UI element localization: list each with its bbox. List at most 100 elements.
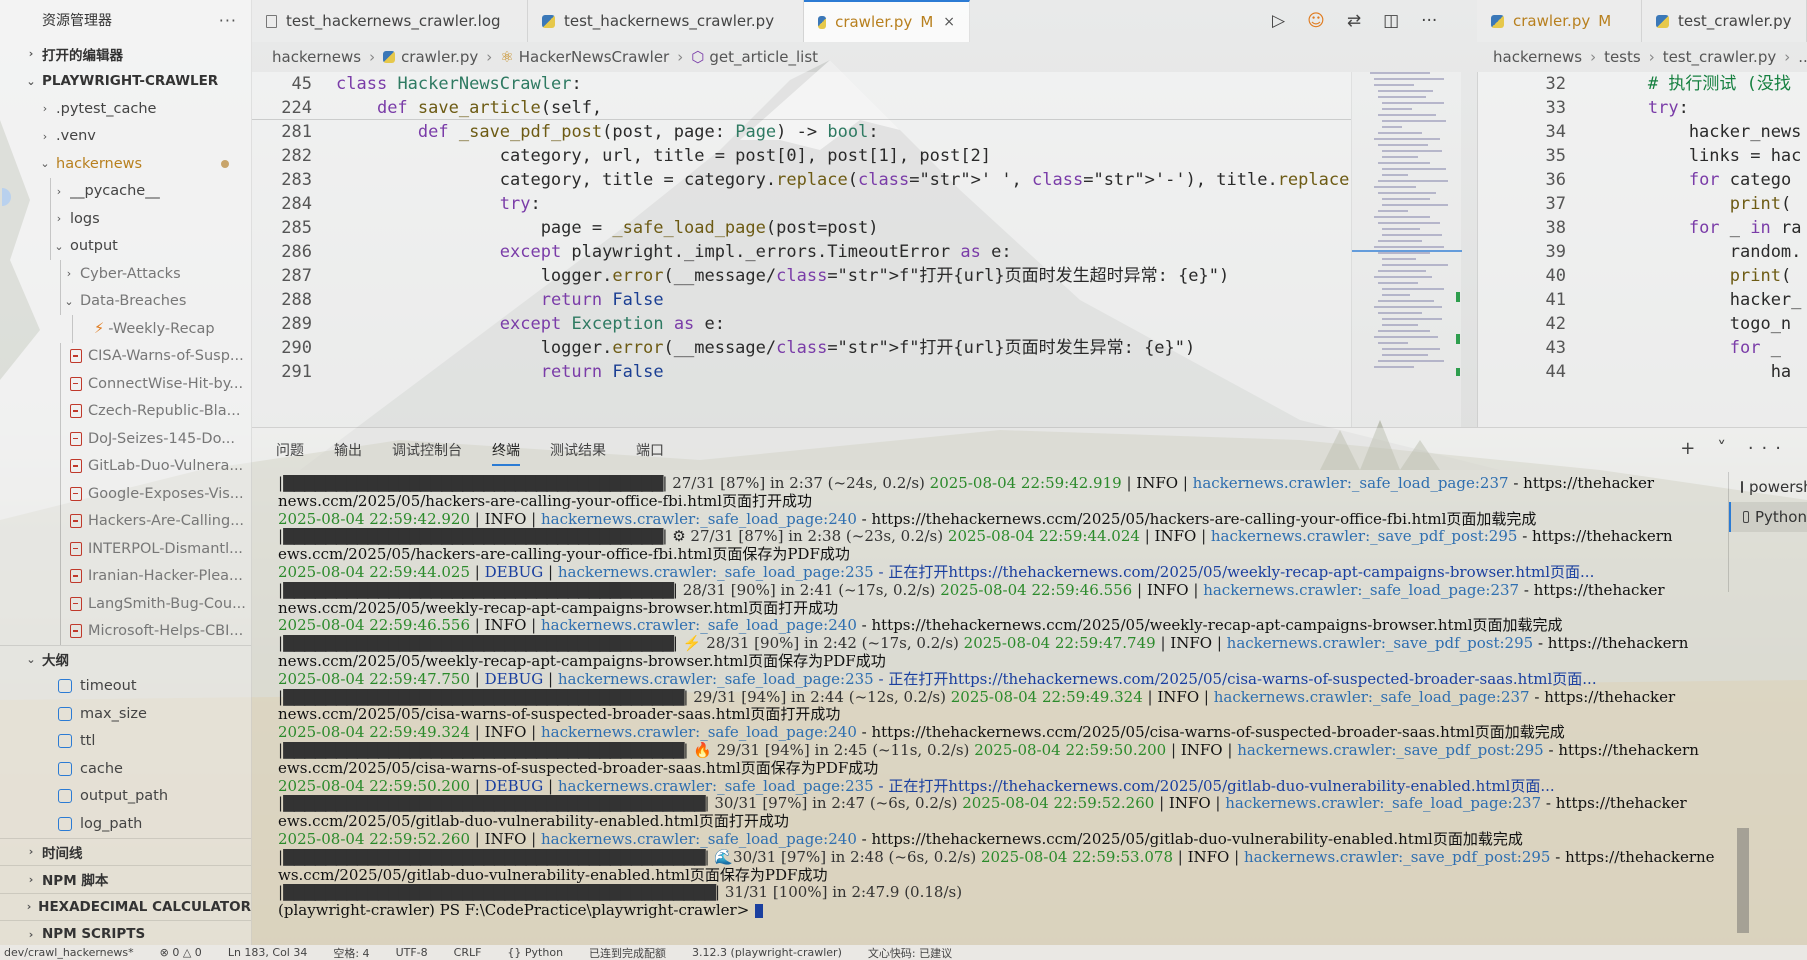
compare-icon[interactable]: ⇄ [1347,11,1361,31]
code-line[interactable]: 41 hacker_ [1478,288,1807,312]
code-line[interactable]: 36 for catego [1478,168,1807,192]
section-hex-calculator[interactable]: › HEXADECIMAL CALCULATOR [0,892,251,921]
code-line[interactable]: 285 page = _safe_load_page(post=post) [252,216,1351,240]
tree-file[interactable]: Hackers-Are-Calling... [0,507,251,535]
status-item[interactable]: ⊗ 0 △ 0 [160,946,202,959]
tree-folder[interactable]: ⌄ Data-Breaches [0,287,251,315]
breadcrumb-item[interactable]: tests [1604,48,1641,66]
tree-folder-hackernews[interactable]: ⌄ hackernews [0,150,251,178]
tab-test-py[interactable]: test_hackernews_crawler.py [528,0,804,42]
breadcrumb-item[interactable]: hackernews [1493,48,1582,66]
minimap[interactable] [1351,72,1462,427]
outline-item[interactable]: log_path [0,810,251,838]
code-editor[interactable]: 45 class HackerNewsCrawler: 224 def save_a… [252,72,1351,427]
code-line[interactable]: 33 try: [1478,96,1807,120]
tab-crawler-py-right[interactable]: crawler.py M [1477,0,1642,42]
code-line[interactable]: 32 # 执行测试 (没找 [1478,72,1807,96]
tree-folder[interactable]: › logs [0,205,251,233]
status-item[interactable]: 已连到完成配额 [589,945,666,960]
tree-file[interactable]: INTERPOL-Dismantl... [0,535,251,563]
tab-debug-console[interactable]: 调试控制台 [392,440,462,460]
tree-folder[interactable]: › .pytest_cache [0,95,251,123]
tab-ports[interactable]: 端口 [636,440,664,460]
outline-item[interactable]: output_path [0,783,251,811]
tab-test-results[interactable]: 测试结果 [550,440,606,460]
tree-folder[interactable]: › Cyber-Attacks [0,260,251,288]
code-line[interactable]: 37 print( [1478,192,1807,216]
status-item[interactable]: {} Python [507,946,563,959]
code-line[interactable]: 286 except playwright._impl._errors.Time… [252,240,1351,264]
split-editor-right[interactable]: 32 # 执行测试 (没找 33 try: 34 hacker_news 35 lin… [1477,72,1807,427]
split-editor-icon[interactable]: ◫ [1383,11,1399,31]
terminal-scrollbar[interactable] [1737,828,1749,933]
tab-output[interactable]: 输出 [334,440,362,460]
tree-folder[interactable]: › .venv [0,123,251,151]
run-icon[interactable]: ▷ [1272,11,1285,31]
section-timeline[interactable]: › 时间线 [0,837,251,866]
code-line[interactable]: 45 class HackerNewsCrawler: [252,72,1351,96]
tree-file[interactable]: GitLab-Duo-Vulnera... [0,452,251,480]
code-line[interactable]: 290 logger.error(__message/class="str">f… [252,336,1351,360]
close-icon[interactable]: × [943,14,955,30]
code-line[interactable]: 283 category, title = category.replace(c… [252,168,1351,192]
terminal-instance[interactable]: Python [1729,502,1807,532]
tab-crawler-py-active[interactable]: crawler.py M × [804,0,970,42]
terminal-output[interactable]: |████████████████████████████████████| 2… [278,475,1736,940]
tree-file[interactable]: ⚡ -Weekly-Recap [0,315,251,343]
tree-folder[interactable]: ⌄ output [0,232,251,260]
breadcrumb-item[interactable]: HackerNewsCrawler [519,48,669,66]
new-terminal-icon[interactable]: + ˅ ··· [1680,438,1789,459]
tree-file[interactable]: Microsoft-Helps-CBI... [0,617,251,645]
tree-file[interactable]: ConnectWise-Hit-by... [0,370,251,398]
tree-file[interactable]: DoJ-Seizes-145-Do... [0,425,251,453]
code-line[interactable]: 281 def _save_pdf_post(post, page: Page)… [252,120,1351,144]
more-actions-icon[interactable]: ··· [1421,11,1437,31]
section-npm-script[interactable]: › NPM 脚本 [0,865,251,893]
tree-file[interactable]: LangSmith-Bug-Cou... [0,590,251,618]
status-item[interactable]: dev/crawl_hackernews* [4,946,134,959]
breadcrumb-item[interactable]: get_article_list [709,48,818,66]
code-line[interactable]: 35 links = hac [1478,144,1807,168]
tree-file[interactable]: Google-Exposes-Vis... [0,480,251,508]
code-line[interactable]: 44 ha [1478,360,1807,384]
status-item[interactable]: Ln 183, Col 34 [228,946,308,959]
code-line[interactable]: 289 except Exception as e: [252,312,1351,336]
tab-test-crawler[interactable]: test_crawler.py [1642,0,1807,42]
code-line[interactable]: 291 return False [252,360,1351,384]
tab-test-log[interactable]: test_hackernews_crawler.log [252,0,528,42]
code-line[interactable]: 39 random. [1478,240,1807,264]
code-line[interactable]: 34 hacker_news [1478,120,1807,144]
outline-item[interactable]: max_size [0,700,251,728]
section-open-editors[interactable]: › 打开的编辑器 [0,40,251,68]
breadcrumb-item[interactable]: crawler.py [401,48,478,66]
outline-item[interactable]: timeout [0,673,251,701]
section-project[interactable]: ⌄ PLAYWRIGHT-CRAWLER [0,68,251,96]
code-line[interactable]: 42 togo_n [1478,312,1807,336]
section-npm-scripts[interactable]: › NPM SCRIPTS [0,920,251,948]
copilot-icon[interactable]: ☺ [1307,11,1325,31]
code-line[interactable]: 282 category, url, title = post[0], post… [252,144,1351,168]
status-item[interactable]: CRLF [454,946,482,959]
tab-terminal[interactable]: 终端 [492,440,520,466]
breadcrumb-item[interactable]: hackernews [272,48,361,66]
code-line[interactable]: 224 def save_article(self, [252,96,1351,120]
code-line[interactable]: 38 for _ in ra [1478,216,1807,240]
terminal-instance[interactable]: powershell [1729,472,1807,502]
code-line[interactable]: 288 return False [252,288,1351,312]
status-item[interactable]: UTF-8 [396,946,428,959]
code-line[interactable]: 40 print( [1478,264,1807,288]
section-outline[interactable]: ⌄ 大纲 [0,645,251,673]
status-item[interactable]: 文心快码: 已建议 [868,945,952,960]
tree-file[interactable]: CISA-Warns-of-Susp... [0,342,251,370]
code-line[interactable]: 287 logger.error(__message/class="str">f… [252,264,1351,288]
code-line[interactable]: 284 try: [252,192,1351,216]
breadcrumb-item[interactable]: ... [1798,48,1807,66]
code-line[interactable]: 43 for _ [1478,336,1807,360]
tree-folder[interactable]: › __pycache__ [0,177,251,205]
breadcrumb-item[interactable]: test_crawler.py [1663,48,1777,66]
tab-problems[interactable]: 问题 [276,440,304,460]
tree-file[interactable]: Czech-Republic-Bla... [0,397,251,425]
outline-item[interactable]: cache [0,755,251,783]
status-item[interactable]: 3.12.3 (playwright-crawler) [692,946,842,959]
outline-item[interactable]: ttl [0,728,251,756]
